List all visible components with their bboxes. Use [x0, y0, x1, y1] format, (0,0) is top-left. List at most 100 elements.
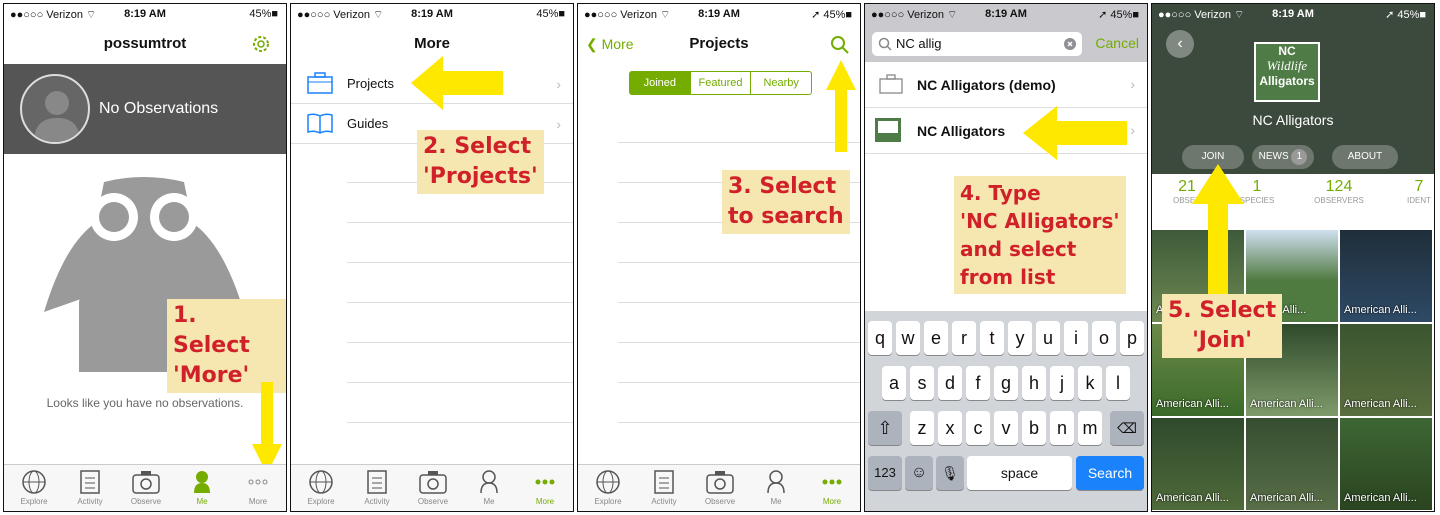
result-label: NC Alligators — [917, 123, 1006, 139]
tab-more[interactable]: More — [517, 469, 573, 506]
key[interactable]: p — [1120, 321, 1144, 355]
key[interactable]: k — [1078, 366, 1102, 400]
key[interactable]: t — [980, 321, 1004, 355]
segment-nearby[interactable]: Nearby — [750, 72, 811, 94]
key[interactable]: y — [1008, 321, 1032, 355]
about-button[interactable]: ABOUT — [1332, 145, 1398, 169]
key[interactable]: r — [952, 321, 976, 355]
profile-header: No Observations — [4, 64, 286, 154]
logo-text: Wildlife — [1266, 58, 1308, 73]
project-filter: Joined Featured Nearby — [629, 71, 812, 95]
stat-identifiers[interactable]: 7 IDENT — [1384, 178, 1434, 205]
observation-count: No Observations — [99, 100, 219, 117]
key[interactable]: z — [910, 411, 934, 445]
divider — [618, 302, 860, 303]
tab-explore[interactable]: Explore — [580, 469, 636, 506]
photo-tile[interactable]: American Alli... — [1340, 324, 1432, 416]
key[interactable]: a — [882, 366, 906, 400]
key[interactable]: e — [924, 321, 948, 355]
key[interactable]: v — [994, 411, 1018, 445]
search-result-demo[interactable]: NC Alligators (demo) › — [865, 62, 1147, 108]
callout-step-3: 3. Select to search — [722, 170, 850, 234]
tab-me[interactable]: Me — [461, 469, 517, 506]
tab-me[interactable]: Me — [748, 469, 804, 506]
menu-item-label: Guides — [347, 116, 389, 131]
list-icon — [654, 470, 674, 494]
cancel-button[interactable]: Cancel — [1095, 35, 1139, 51]
segment-featured[interactable]: Featured — [689, 72, 751, 94]
divider — [618, 262, 860, 263]
divider — [618, 342, 860, 343]
divider — [618, 142, 860, 143]
key[interactable]: m — [1078, 411, 1102, 445]
photo-tile[interactable]: American Alli... — [1340, 418, 1432, 510]
search-key[interactable]: Search — [1076, 456, 1144, 490]
tab-explore[interactable]: Explore — [293, 469, 349, 506]
divider — [347, 222, 573, 223]
news-count-badge: 1 — [1291, 149, 1308, 165]
shift-key[interactable]: ⇧ — [868, 411, 902, 445]
key[interactable]: s — [910, 366, 934, 400]
key[interactable]: g — [994, 366, 1018, 400]
microphone-icon[interactable]: 🎙 — [936, 456, 964, 490]
key[interactable]: c — [966, 411, 990, 445]
list-icon — [80, 470, 100, 494]
key[interactable]: b — [1022, 411, 1046, 445]
tab-observe[interactable]: Observe — [692, 469, 748, 506]
chevron-right-icon: › — [1130, 76, 1135, 92]
stat-observers[interactable]: 124 OBSERVERS — [1304, 178, 1374, 205]
page-title: possumtrot — [103, 35, 187, 52]
back-button[interactable]: ‹ — [1166, 30, 1194, 58]
tab-label: More — [822, 497, 842, 506]
backspace-key[interactable]: ⌫ — [1110, 411, 1144, 445]
divider — [347, 342, 573, 343]
photo-tile[interactable]: American Alli... — [1152, 418, 1244, 510]
numbers-key[interactable]: 123 — [868, 456, 902, 490]
tab-me[interactable]: Me — [174, 469, 230, 506]
key[interactable]: u — [1036, 321, 1060, 355]
tile-caption: American Alli... — [1250, 492, 1323, 504]
divider — [347, 382, 573, 383]
key[interactable]: w — [896, 321, 920, 355]
key[interactable]: h — [1022, 366, 1046, 400]
key[interactable]: l — [1106, 366, 1130, 400]
photo-tile[interactable]: American Alli... — [1340, 230, 1432, 322]
arrow-up-icon — [826, 60, 856, 152]
arrow-up-icon — [1192, 164, 1244, 304]
news-button[interactable]: NEWS 1 — [1252, 145, 1314, 169]
photo-tile[interactable]: American Alli... — [1246, 418, 1338, 510]
stat-label: OBSERVERS — [1314, 196, 1364, 205]
tab-activity[interactable]: Activity — [349, 469, 405, 506]
key[interactable]: f — [966, 366, 990, 400]
tab-label: Activity — [364, 497, 390, 506]
tab-activity[interactable]: Activity — [62, 469, 118, 506]
tab-bar: Explore Activity Observe Me More — [291, 464, 573, 511]
search-input[interactable]: NC allig — [872, 32, 1082, 56]
callout-line: 3. Select — [728, 174, 837, 199]
person-icon — [767, 470, 785, 494]
tab-more[interactable]: More — [230, 469, 286, 506]
chevron-right-icon: › — [556, 116, 561, 132]
key[interactable]: o — [1092, 321, 1116, 355]
tab-observe[interactable]: Observe — [405, 469, 461, 506]
callout-line: 1. Select — [173, 303, 250, 358]
battery-indicator: ➚ 45%■ — [1385, 9, 1426, 21]
tab-activity[interactable]: Activity — [636, 469, 692, 506]
emoji-icon[interactable]: ☺ — [905, 456, 933, 490]
key[interactable]: j — [1050, 366, 1074, 400]
space-key[interactable]: space — [967, 456, 1072, 490]
search-icon[interactable] — [830, 35, 850, 55]
tab-more[interactable]: More — [804, 469, 860, 506]
clear-icon[interactable] — [1064, 38, 1076, 50]
gear-icon[interactable] — [250, 33, 272, 55]
key[interactable]: x — [938, 411, 962, 445]
key[interactable]: q — [868, 321, 892, 355]
key[interactable]: n — [1050, 411, 1074, 445]
segment-joined[interactable]: Joined — [630, 72, 690, 94]
tab-observe[interactable]: Observe — [118, 469, 174, 506]
avatar[interactable] — [20, 74, 90, 144]
key[interactable]: i — [1064, 321, 1088, 355]
key[interactable]: d — [938, 366, 962, 400]
tab-explore[interactable]: Explore — [6, 469, 62, 506]
callout-line: 'Join' — [1192, 328, 1253, 353]
